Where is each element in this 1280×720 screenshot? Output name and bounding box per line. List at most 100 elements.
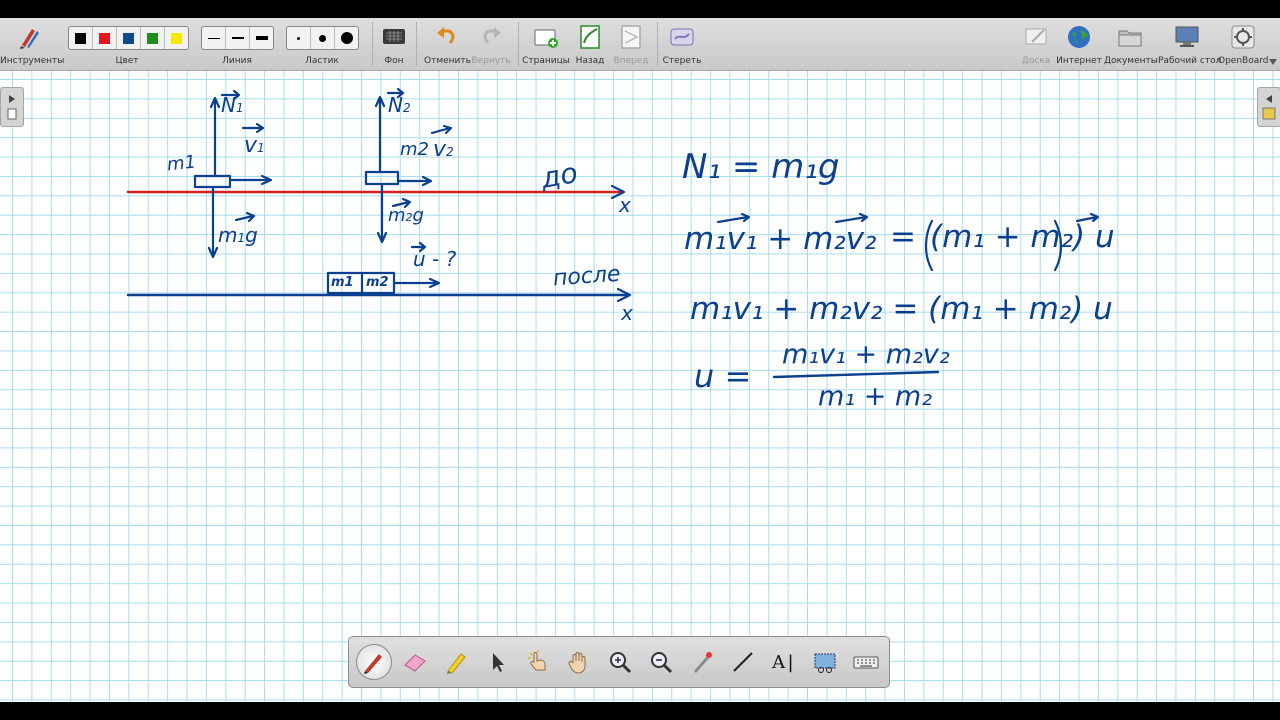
line-medium[interactable]: [226, 27, 250, 49]
keyboard-icon: [853, 656, 879, 669]
desktop-button[interactable]: Рабочий стол: [1158, 18, 1221, 70]
tool-palette: A |: [348, 636, 890, 688]
color-group: Цвет: [68, 18, 189, 70]
laser-pointer-tool[interactable]: [684, 644, 720, 680]
line-width-selector: [201, 26, 274, 50]
zoom-out-tool[interactable]: [643, 644, 679, 680]
right-panel-toggle[interactable]: [1257, 87, 1280, 127]
eraser-tool[interactable]: [397, 644, 433, 680]
color-label: Цвет: [115, 56, 139, 66]
equation-normal-force: N₁ = m₁g: [682, 147, 840, 187]
label-n1: N1: [221, 93, 244, 117]
equation-u-numerator: m₁v₁ + m₂v₂: [782, 339, 950, 370]
previous-page-icon: [580, 25, 600, 49]
back-label: Назад: [575, 56, 605, 66]
toolbar-separator: [416, 22, 417, 66]
eraser-size-selector: [286, 26, 359, 50]
label-m2g: m2g: [388, 205, 424, 226]
background-icon: [383, 29, 405, 44]
interact-tool[interactable]: [520, 644, 556, 680]
selector-tool[interactable]: [479, 644, 515, 680]
undo-button[interactable]: Отменить: [424, 18, 471, 70]
eraser-medium-icon: [319, 34, 326, 42]
toolbar-separator: [657, 22, 658, 66]
label-x-after: x: [621, 301, 633, 325]
documents-button[interactable]: Документы: [1104, 18, 1158, 70]
v2-letter-arrow: [430, 124, 453, 135]
zoom-in-icon: [610, 652, 632, 674]
line-thick[interactable]: [250, 27, 273, 49]
color-green[interactable]: [141, 27, 165, 49]
label-m1g-letter: m: [218, 223, 238, 247]
color-red[interactable]: [93, 27, 117, 49]
block-m1: [193, 174, 232, 189]
back-button[interactable]: Назад: [572, 18, 608, 70]
pointing-hand-icon: [528, 650, 546, 671]
capture-tool[interactable]: [807, 644, 843, 680]
board-mode-button[interactable]: Доска: [1018, 18, 1054, 70]
label-before: до: [538, 156, 581, 195]
redo-icon: [483, 27, 501, 44]
hand-pan-tool[interactable]: [561, 644, 597, 680]
left-panel-toggle[interactable]: [0, 87, 24, 127]
highlighter-icon: [447, 653, 466, 674]
color-blue[interactable]: [117, 27, 141, 49]
color-swatches: [68, 26, 189, 50]
label-u-question: u - ?: [413, 247, 457, 271]
color-black[interactable]: [69, 27, 93, 49]
highlighter-tool[interactable]: [438, 644, 474, 680]
redo-button[interactable]: Вернуть: [470, 18, 512, 70]
cursor-arrow-icon: [493, 653, 504, 672]
hand-icon: [568, 652, 586, 674]
text-tool[interactable]: A |: [766, 644, 802, 680]
internet-button[interactable]: Интернет: [1056, 18, 1102, 70]
equation-momentum-scalar: m₁v₁ + m₂v₂ = (m₁ + m₂) u: [690, 291, 1113, 327]
color-yellow[interactable]: [165, 27, 188, 49]
whiteboard-canvas[interactable]: m1 N1 v1 m1g N2 m2 v2 m2g до x u - ? пос…: [0, 71, 1280, 702]
monitor-icon: [1175, 26, 1199, 47]
eraser-large-icon: [340, 32, 353, 44]
right-panel-arrow-icon: [1262, 95, 1276, 120]
openboard-label: OpenBoard: [1218, 56, 1269, 66]
line-thick-icon: [255, 36, 268, 40]
eraser-size-group: Ластик: [286, 18, 359, 70]
line-tool[interactable]: [725, 644, 761, 680]
pages-button[interactable]: Страницы: [522, 18, 570, 70]
background-button[interactable]: Фон: [376, 18, 412, 70]
background-label: Фон: [384, 56, 404, 66]
equation-momentum-vector-left: m₁v₁ + m₂v₂: [684, 221, 877, 257]
label-v2-subscript: 2: [446, 145, 454, 159]
label-block-m1: m1: [331, 275, 354, 290]
tools-button[interactable]: Инструменты: [0, 18, 64, 70]
eraser-large[interactable]: [335, 27, 358, 49]
label-n2-subscript: 2: [402, 101, 411, 115]
screen-capture-icon: [814, 653, 836, 673]
swatch-black: [75, 32, 86, 44]
label-m1g-subscript: 1: [237, 231, 246, 245]
eraser-small[interactable]: [287, 27, 311, 49]
overflow-arrow-icon[interactable]: [1268, 58, 1278, 66]
block-m2: [364, 170, 400, 186]
openboard-menu-button[interactable]: OpenBoard: [1218, 18, 1269, 70]
pen-icon: [364, 654, 382, 674]
clear-button[interactable]: Стереть: [661, 18, 703, 70]
toolbar-separator: [372, 22, 373, 66]
forward-button[interactable]: Вперед: [611, 18, 651, 70]
swatch-yellow: [171, 32, 182, 44]
documents-label: Документы: [1104, 56, 1158, 66]
label-v1-letter: v: [244, 133, 258, 158]
laser-pointer-icon: [694, 652, 712, 673]
line-thin[interactable]: [202, 27, 226, 49]
equation-u-denominator: m₁ + m₂: [818, 381, 933, 412]
label-n1-letter: N: [221, 93, 236, 117]
forward-label: Вперед: [613, 56, 649, 66]
text-tool-icon: A: [772, 651, 786, 673]
zoom-in-tool[interactable]: [602, 644, 638, 680]
eraser-medium[interactable]: [311, 27, 335, 49]
equation-momentum-vector-equals: =: [890, 219, 916, 255]
pen-tool[interactable]: [356, 644, 392, 680]
virtual-keyboard-tool[interactable]: [848, 644, 884, 680]
left-panel-arrow-icon: [7, 95, 17, 120]
screen-bottom-border: [0, 702, 1280, 720]
line-medium-icon: [231, 37, 244, 39]
